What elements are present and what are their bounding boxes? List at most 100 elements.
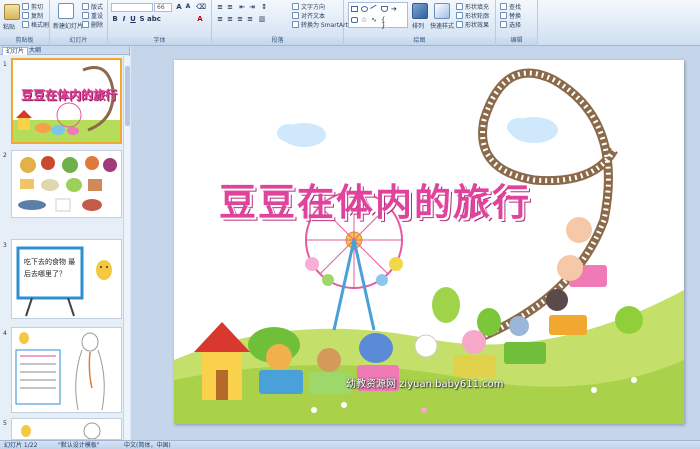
align-text-icon <box>292 12 299 19</box>
shrink-font-icon[interactable]: A <box>184 3 192 11</box>
find-button[interactable]: 查找 <box>500 2 521 11</box>
scissors-icon <box>22 3 29 10</box>
theme-name[interactable]: "默认设计模板" <box>58 441 100 449</box>
slides-group-label: 幻灯片 <box>50 37 107 45</box>
reset-button[interactable]: 重设 <box>82 11 103 20</box>
slide-title[interactable]: 豆豆在体内的旅行 <box>219 172 531 226</box>
font-group: 66 A A ⌫ B I U S abc A 字体 <box>108 0 212 46</box>
thumb-5-art <box>21 422 101 439</box>
quick-styles-icon[interactable] <box>434 3 450 19</box>
thumb-number: 4 <box>3 330 7 337</box>
font-name-select[interactable] <box>111 3 153 12</box>
main-slide[interactable]: 豆豆在体内的旅行 幼教资源网 ziyuan.baby611.com <box>174 60 684 424</box>
shadow-icon[interactable]: abc <box>147 15 161 23</box>
underline-icon[interactable]: U <box>129 15 137 23</box>
strike-icon[interactable]: S <box>138 15 146 23</box>
clipboard-group-label: 剪贴板 <box>0 37 49 45</box>
cut-button[interactable]: 剪切 <box>22 2 43 11</box>
curve-shape-icon[interactable]: ∿ <box>371 17 378 24</box>
paint-bucket-icon <box>456 3 463 10</box>
thumb-number: 3 <box>3 242 7 249</box>
slide-thumbnail-2[interactable] <box>11 150 122 218</box>
font-size-select[interactable]: 66 <box>154 3 172 12</box>
quick-styles-button[interactable]: 快速样式 <box>430 21 454 30</box>
paragraph-group-label: 段落 <box>212 37 343 45</box>
delete-button[interactable]: 删除 <box>82 20 103 29</box>
tab-outline[interactable]: 大纲 <box>26 47 44 55</box>
thumb-number: 5 <box>3 420 7 427</box>
layout-button[interactable]: 版式 <box>82 2 103 11</box>
editing-group: 查找 替换 选择 编辑 <box>496 0 538 46</box>
brush-icon <box>22 21 29 28</box>
arrange-button[interactable]: 排列 <box>412 21 424 30</box>
thumb-3-text: 吃下去的食物 最后去哪里了？ <box>24 258 76 278</box>
line-spacing-icon[interactable]: ↕ <box>260 3 268 11</box>
bullets-icon[interactable]: ≡ <box>216 3 224 11</box>
convert-smartart-button[interactable]: 转换为 SmartArt <box>292 20 348 29</box>
oval-shape-icon[interactable] <box>361 6 368 12</box>
paste-icon[interactable] <box>4 4 20 20</box>
select-button[interactable]: 选择 <box>500 20 521 29</box>
clear-format-icon[interactable]: ⌫ <box>196 3 206 11</box>
paste-button[interactable]: 粘贴 <box>3 22 15 31</box>
arrange-icon[interactable] <box>412 3 428 19</box>
new-slide-icon[interactable] <box>58 3 74 19</box>
justify-icon[interactable]: ≡ <box>246 15 254 23</box>
align-center-icon[interactable]: ≡ <box>226 15 234 23</box>
new-slide-button[interactable]: 新建幻灯片 <box>53 21 83 30</box>
shape-effects-button[interactable]: 形状效果 <box>456 20 489 29</box>
grow-font-icon[interactable]: A <box>175 3 183 11</box>
slide-thumbnail-1[interactable]: 豆豆在体内的旅行 <box>11 58 122 144</box>
shape-fill-button[interactable]: 形状填充 <box>456 2 489 11</box>
layout-icon <box>82 3 89 10</box>
arrow-shape-icon[interactable]: ➔ <box>391 6 398 13</box>
decrease-indent-icon[interactable]: ⇤ <box>238 3 246 11</box>
align-left-icon[interactable]: ≡ <box>216 15 224 23</box>
bold-icon[interactable]: B <box>111 15 119 23</box>
align-right-icon[interactable]: ≡ <box>236 15 244 23</box>
font-group-label: 字体 <box>108 37 211 45</box>
copy-button[interactable]: 复制 <box>22 11 43 20</box>
smartart-icon <box>292 21 299 28</box>
text-direction-icon <box>292 3 299 10</box>
replace-button[interactable]: 替换 <box>500 11 521 20</box>
effects-icon <box>456 21 463 28</box>
bracket-shape-icon[interactable]: { } <box>381 17 388 30</box>
format-painter-button[interactable]: 格式刷 <box>22 20 49 29</box>
pane-scrollbar[interactable] <box>123 56 130 440</box>
clipboard-group: 粘贴 剪切 复制 格式刷 剪贴板 <box>0 0 50 46</box>
slide-illustration <box>174 68 684 424</box>
slide-thumbnail-5[interactable] <box>11 418 122 440</box>
delete-icon <box>82 21 89 28</box>
triangle-shape-icon[interactable] <box>381 6 388 12</box>
rectangle-shape-icon[interactable] <box>351 6 358 12</box>
increase-indent-icon[interactable]: ⇥ <box>248 3 256 11</box>
replace-icon <box>500 12 507 19</box>
shapes-gallery[interactable]: ➔ ☆ ∿ { } <box>348 2 408 30</box>
line-shape-icon[interactable] <box>369 4 380 14</box>
thumb-number: 2 <box>3 152 7 159</box>
thumb-number: 1 <box>3 61 7 68</box>
language-indicator[interactable]: 中文(简体，中国) <box>124 441 171 449</box>
star-shape-icon[interactable]: ☆ <box>361 17 368 24</box>
rounded-rect-shape-icon[interactable] <box>351 17 358 23</box>
pane-scroll-thumb[interactable] <box>125 66 130 126</box>
columns-icon[interactable]: ▥ <box>258 15 266 23</box>
drawing-group: ➔ ☆ ∿ { } 排列 快速样式 形状填充 形状轮廓 形状效果 绘图 <box>344 0 496 46</box>
status-bar: 幻灯片 1/22 "默认设计模板" 中文(简体，中国) <box>0 440 700 449</box>
binoculars-icon <box>500 3 507 10</box>
tab-slides[interactable]: 幻灯片 <box>2 47 29 55</box>
italic-icon[interactable]: I <box>120 15 128 23</box>
slide-thumbnail-3[interactable]: 吃下去的食物 最后去哪里了？ <box>11 239 122 319</box>
slides-group: 新建幻灯片 版式 重设 删除 幻灯片 <box>50 0 108 46</box>
slide-counter: 幻灯片 1/22 <box>4 442 38 449</box>
ribbon: 粘贴 剪切 复制 格式刷 剪贴板 新建幻灯片 版式 重设 删除 幻灯片 66 A… <box>0 0 700 46</box>
numbering-icon[interactable]: ≡ <box>226 3 234 11</box>
text-direction-button[interactable]: 文字方向 <box>292 2 325 11</box>
shape-outline-button[interactable]: 形状轮廓 <box>456 11 489 20</box>
slide-thumbnail-4[interactable] <box>11 327 122 413</box>
align-text-button[interactable]: 对齐文本 <box>292 11 325 20</box>
paragraph-group: ≡ ≡ ⇤ ⇥ ↕ ≡ ≡ ≡ ≡ ▥ 文字方向 对齐文本 转换为 SmartA… <box>212 0 348 46</box>
cursor-icon <box>500 21 507 28</box>
font-color-icon[interactable]: A <box>196 15 204 23</box>
